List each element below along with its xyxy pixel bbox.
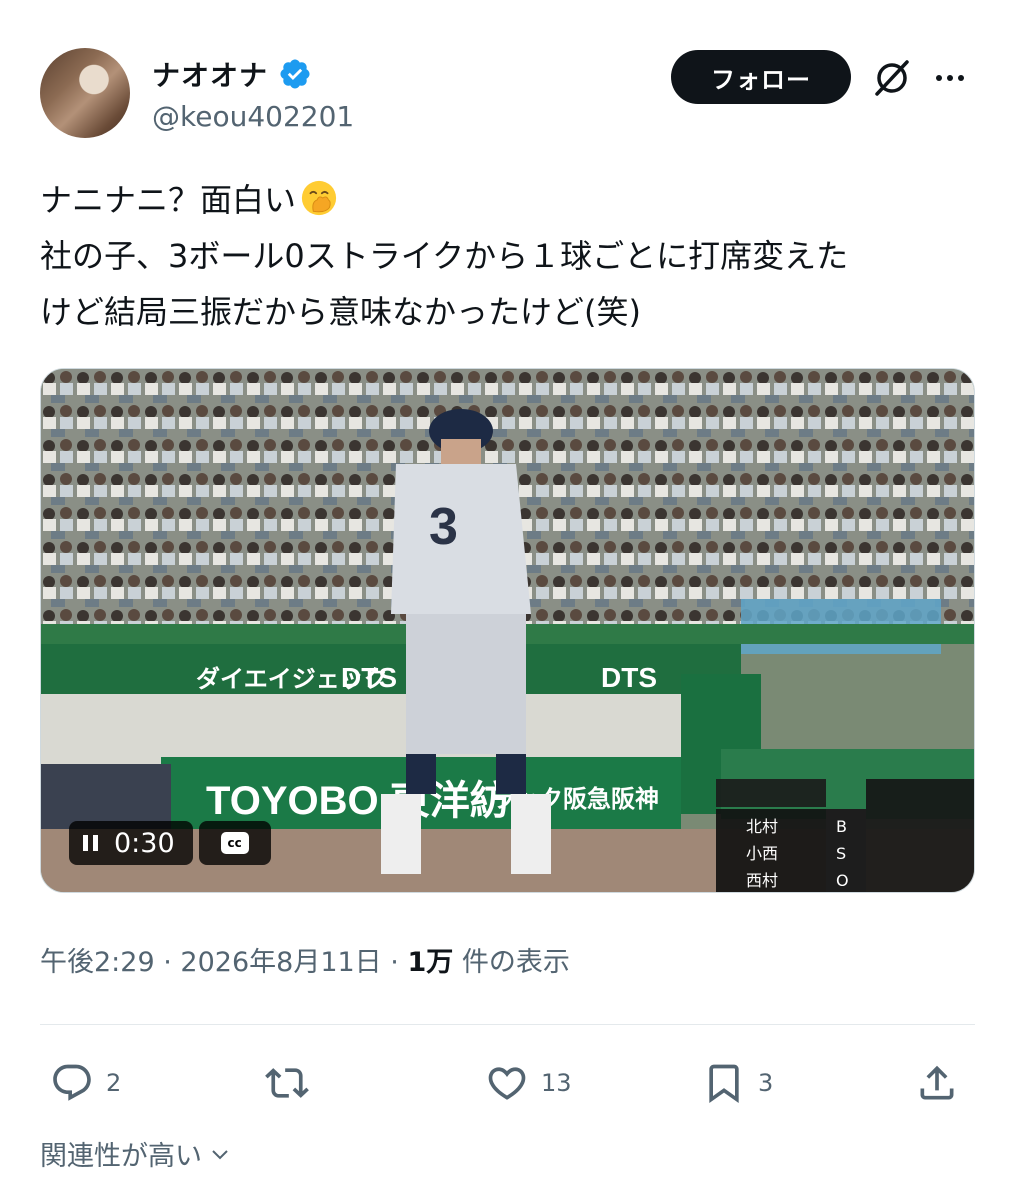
tweet-line-1-text: ナニナニ？面白い — [40, 181, 297, 219]
tweet-line-1: ナニナニ？面白い — [40, 172, 980, 228]
follow-button[interactable]: フォロー — [671, 50, 851, 104]
tweet-line-3: けど結局三振だから意味なかったけど(笑) — [40, 293, 641, 331]
action-bar: 2 13 3 — [40, 1055, 975, 1111]
reply-icon — [53, 1064, 91, 1101]
sort-relevance-dropdown[interactable]: 関連性が高い — [40, 1134, 232, 1173]
reply-count: 2 — [106, 1069, 122, 1097]
scoreboard-name-2: 小西 — [746, 844, 778, 863]
bookmark-icon — [709, 1064, 739, 1104]
video-time: 0:30 — [114, 827, 175, 859]
tweet-line-2: 社の子、3ボール0ストライクから１球ごとに打席変えた — [40, 237, 849, 275]
scoreboard-name-3: 西村 — [746, 871, 778, 890]
jersey-number: 3 — [429, 498, 458, 556]
banner-dts-1: DTS — [341, 662, 397, 693]
captions-button[interactable]: cc — [198, 821, 271, 865]
views-count[interactable]: 1万 — [407, 947, 453, 978]
meta-separator-1: · — [163, 947, 172, 978]
reply-button[interactable]: 2 — [50, 1055, 121, 1111]
repost-button[interactable] — [265, 1055, 309, 1111]
banner-toyobo: TOYOBO 東洋紡 — [206, 779, 510, 823]
hand-over-mouth-emoji-icon — [301, 180, 337, 216]
chevron-down-icon — [212, 1149, 228, 1159]
like-button[interactable]: 13 — [485, 1055, 572, 1111]
count-label-o: O — [836, 871, 849, 890]
grok-icon[interactable] — [870, 56, 914, 100]
video-controls: 0:30 cc — [69, 821, 271, 865]
share-icon — [920, 1065, 954, 1100]
verified-badge-icon — [280, 59, 310, 89]
heart-icon — [488, 1067, 526, 1100]
share-button[interactable] — [915, 1055, 959, 1111]
name-row: ナオオナ — [152, 54, 312, 94]
video-player[interactable]: ダイエイジェック DTS DTS TOYOBO 東洋紡 ラック阪急阪神 3 北村 — [40, 368, 975, 893]
tweet-meta: 午後2:29 · 2026年8月11日 · 1万 件の表示 — [40, 940, 570, 979]
avatar[interactable] — [40, 48, 130, 138]
meta-separator-2: · — [390, 947, 399, 978]
scoreboard-name-1: 北村 — [746, 817, 778, 836]
bookmark-count: 3 — [758, 1069, 774, 1097]
divider — [40, 1024, 975, 1025]
pause-button[interactable]: 0:30 — [69, 821, 193, 865]
sort-label: 関連性が高い — [40, 1141, 202, 1172]
views-label: 件の表示 — [461, 947, 570, 978]
more-options-icon[interactable] — [928, 58, 972, 98]
repost-icon — [265, 1068, 309, 1098]
cc-icon: cc — [220, 832, 249, 854]
tweet-date[interactable]: 2026年8月11日 — [180, 947, 381, 978]
banner-dts-2: DTS — [601, 662, 657, 693]
count-label-s: S — [836, 844, 846, 863]
display-name[interactable]: ナオオナ — [152, 54, 268, 94]
like-count: 13 — [541, 1069, 572, 1097]
video-frame: ダイエイジェック DTS DTS TOYOBO 東洋紡 ラック阪急阪神 3 北村 — [41, 369, 974, 892]
handle[interactable]: @keou402201 — [152, 100, 354, 133]
pause-icon — [83, 835, 98, 851]
tweet-header: ナオオナ @keou402201 フォロー — [40, 48, 975, 140]
tweet-text: ナニナニ？面白い 社の子、3ボール0ストライクから１球ごとに打席変えた けど結局… — [40, 172, 980, 340]
count-label-b: B — [836, 817, 847, 836]
tweet-time[interactable]: 午後2:29 — [40, 947, 155, 978]
bookmark-button[interactable]: 3 — [702, 1055, 773, 1111]
